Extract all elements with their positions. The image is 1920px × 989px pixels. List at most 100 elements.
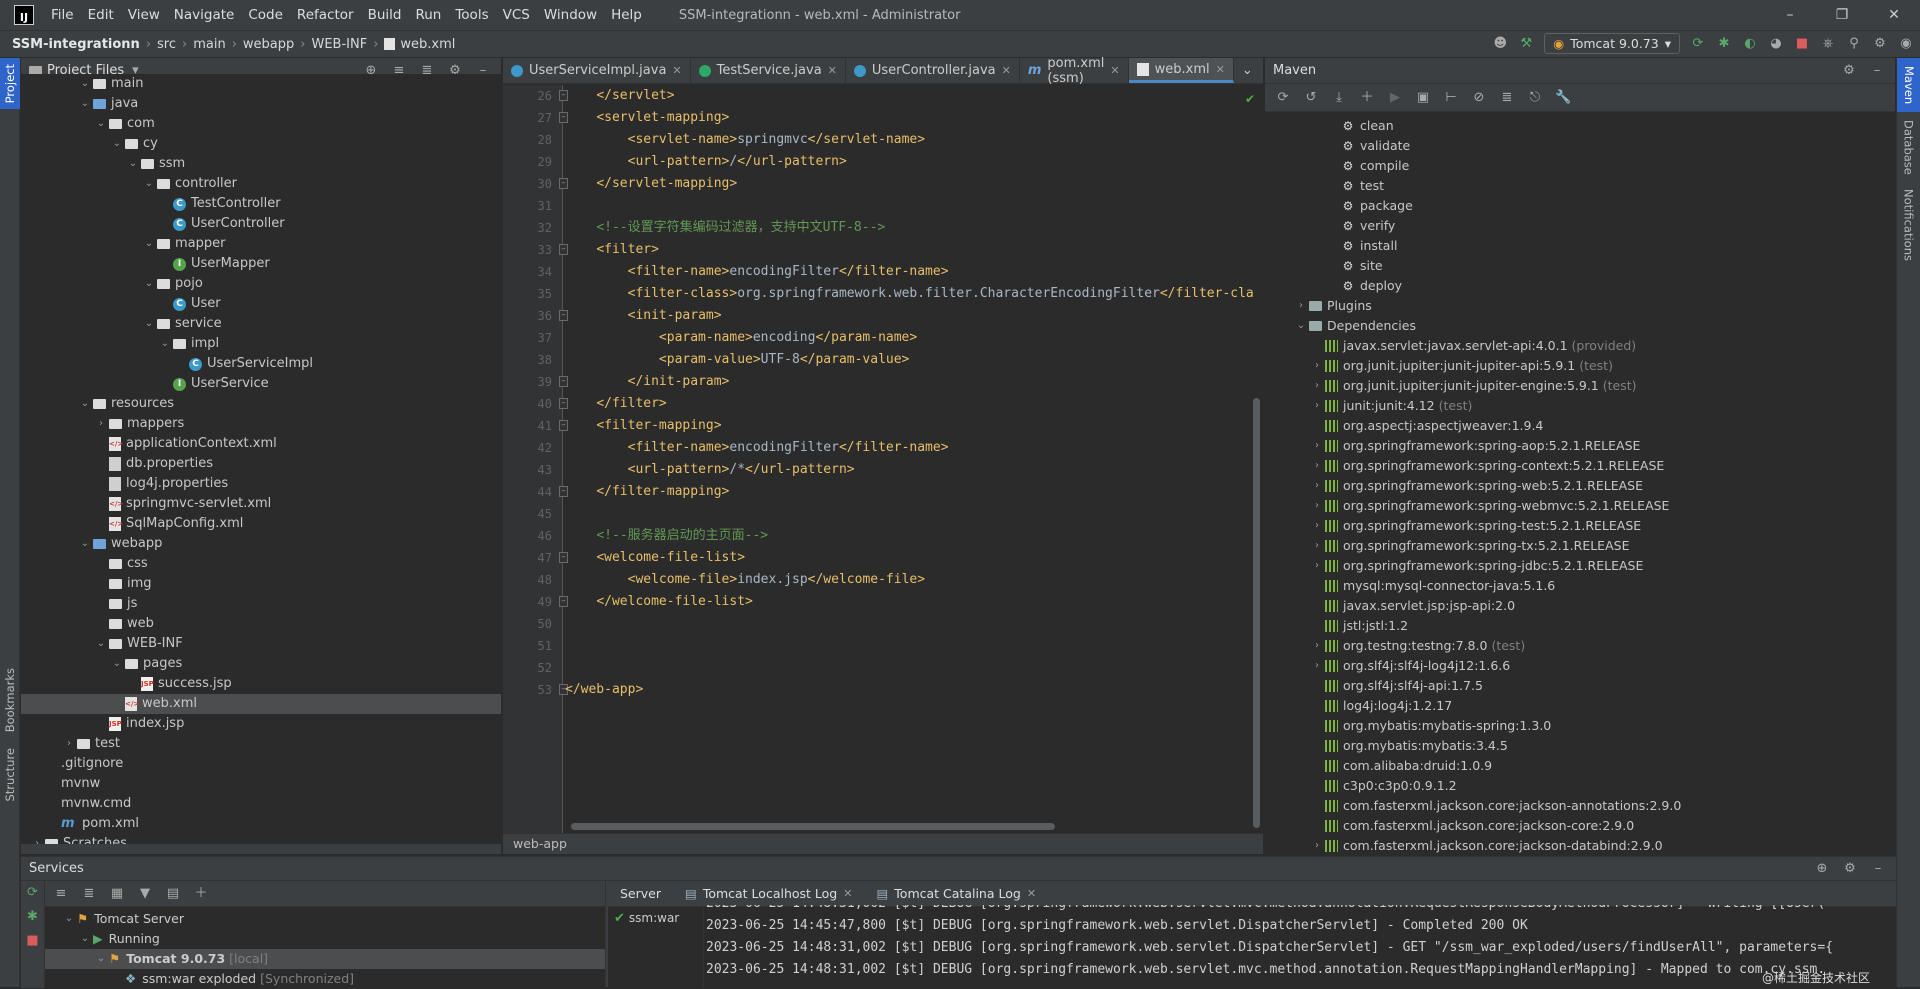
menu-item-file[interactable]: File — [44, 7, 81, 23]
project-tree-item[interactable]: .gitignore — [21, 754, 501, 774]
chevron-down-icon[interactable]: ⌄ — [93, 634, 109, 654]
project-tree-item[interactable]: mvnw.cmd — [21, 794, 501, 814]
stop-icon[interactable]: ■ — [1794, 36, 1810, 52]
chevron-down-icon[interactable]: ⌄ — [1293, 316, 1309, 336]
editor-breadcrumb[interactable]: web-app — [503, 833, 1263, 854]
menu-item-edit[interactable]: Edit — [81, 7, 121, 23]
maven-dependency[interactable]: › org.junit.jupiter:junit-jupiter-api:5.9… — [1265, 356, 1895, 376]
code-line[interactable]: <!--设置字符集编码过滤器，支持中文UTF-8--> — [565, 217, 1255, 239]
chevron-right-icon[interactable]: › — [1293, 296, 1309, 316]
maven-goal[interactable]: ⚙ clean — [1265, 116, 1895, 136]
code-line[interactable]: </servlet> — [565, 85, 1255, 107]
project-tree-item[interactable]: css — [21, 554, 501, 574]
maven-dependency[interactable]: › org.springframework:spring-context:5.2.… — [1265, 456, 1895, 476]
breadcrumb-item[interactable]: WEB-INF — [311, 37, 367, 52]
maven-dependency[interactable]: › org.springframework:spring-aop:5.2.1.RE… — [1265, 436, 1895, 456]
project-tree-item[interactable]: ⌄ WEB-INF — [21, 634, 501, 654]
chevron-right-icon[interactable]: › — [29, 834, 45, 844]
collapse-all-icon[interactable]: ≣ — [1499, 90, 1515, 106]
project-tree-item[interactable]: </> SqlMapConfig.xml — [21, 514, 501, 534]
horizontal-scrollbar[interactable] — [565, 823, 1255, 831]
stop-icon[interactable]: ■ — [25, 933, 41, 949]
chevron-right-icon[interactable]: › — [1309, 516, 1325, 536]
breadcrumb-item[interactable]: main — [193, 37, 225, 52]
editor-tab[interactable]: UserController.java ✕ — [846, 58, 1020, 83]
menu-item-run[interactable]: Run — [408, 7, 448, 23]
code-line[interactable]: <filter-mapping> — [565, 415, 1255, 437]
chevron-down-icon[interactable]: ⌄ — [93, 949, 109, 969]
show-dependencies-icon[interactable]: ⎋ — [1527, 90, 1543, 106]
breadcrumb-item[interactable]: SSM-integrationn — [12, 37, 140, 52]
maven-dependency[interactable]: › junit:junit:4.12 (test) — [1265, 396, 1895, 416]
expand-all-icon[interactable]: ≡ — [53, 886, 69, 902]
chevron-down-icon[interactable]: ⌄ — [141, 274, 157, 294]
close-tab-icon[interactable]: ✕ — [1027, 887, 1036, 900]
menu-item-vcs[interactable]: VCS — [496, 7, 537, 23]
wrench-icon[interactable]: 🔧 — [1555, 90, 1571, 106]
maven-dependency[interactable]: › org.springframework:spring-test:5.2.1.R… — [1265, 516, 1895, 536]
code-line[interactable]: <welcome-file>index.jsp</welcome-file> — [565, 569, 1255, 591]
services-tree-item[interactable]: ⌄ ▶ Running — [45, 929, 605, 949]
maven-dependency[interactable]: jstl:jstl:1.2 — [1265, 616, 1895, 636]
maven-dependency[interactable]: › org.slf4j:slf4j-log4j12:1.6.6 — [1265, 656, 1895, 676]
maven-dependency[interactable]: › org.testng:testng:7.8.0 (test) — [1265, 636, 1895, 656]
editor-tab[interactable]: web.xml ✕ — [1128, 58, 1234, 83]
project-tree-item[interactable]: db.properties — [21, 454, 501, 474]
services-output-tab[interactable]: ▤ Tomcat Localhost Log ✕ — [673, 886, 864, 901]
menu-item-refactor[interactable]: Refactor — [290, 7, 361, 23]
skip-tests-icon[interactable]: ⊘ — [1471, 90, 1487, 106]
chevron-down-icon[interactable]: ⌄ — [77, 929, 93, 949]
chevron-down-icon[interactable]: ⌄ — [125, 154, 141, 174]
build-hammer-icon[interactable]: ⚒ — [1518, 36, 1534, 52]
maven-dependency[interactable]: › org.springframework:spring-webmvc:5.2.1… — [1265, 496, 1895, 516]
maven-dependency[interactable]: mysql:mysql-connector-java:5.1.6 — [1265, 576, 1895, 596]
project-tree-item[interactable]: m pom.xml — [21, 814, 501, 834]
maven-folder[interactable]: › Plugins — [1265, 296, 1895, 316]
editor-tab[interactable]: TestService.java ✕ — [691, 58, 846, 83]
chevron-right-icon[interactable]: › — [1309, 436, 1325, 456]
maven-goal[interactable]: ⚙ install — [1265, 236, 1895, 256]
maven-folder[interactable]: ⌄ Dependencies — [1265, 316, 1895, 336]
project-tree-item[interactable]: C UserController — [21, 214, 501, 234]
project-tree-item[interactable]: C TestController — [21, 194, 501, 214]
hide-icon[interactable]: – — [1870, 861, 1886, 877]
code-line[interactable]: </welcome-file-list> — [565, 591, 1255, 613]
chevron-down-icon[interactable]: ⌄ — [77, 394, 93, 414]
project-tree-item[interactable]: ⌄ mapper — [21, 234, 501, 254]
project-tree-item[interactable]: ⌄ ssm — [21, 154, 501, 174]
chevron-right-icon[interactable]: › — [1309, 456, 1325, 476]
maven-dependency[interactable]: log4j:log4j:1.2.17 — [1265, 696, 1895, 716]
code-line[interactable]: <param-value>UTF-8</param-value> — [565, 349, 1255, 371]
code-line[interactable]: </servlet-mapping> — [565, 173, 1255, 195]
maven-dependency[interactable]: com.fasterxml.jackson.core:jackson-annot… — [1265, 796, 1895, 816]
menu-item-tools[interactable]: Tools — [448, 7, 495, 23]
project-tree-item[interactable]: web — [21, 614, 501, 634]
maven-dependency[interactable]: › org.springframework:spring-jdbc:5.2.1.R… — [1265, 556, 1895, 576]
project-tree-item[interactable]: ⌄ service — [21, 314, 501, 334]
coverage-icon[interactable]: ◐ — [1742, 36, 1758, 52]
project-tree-item[interactable]: C UserServiceImpl — [21, 354, 501, 374]
maven-goal[interactable]: ⚙ package — [1265, 196, 1895, 216]
project-tree-item[interactable]: › test — [21, 734, 501, 754]
editor-tab[interactable]: m pom.xml (ssm) ✕ — [1020, 56, 1129, 86]
code-line[interactable]: </filter> — [565, 393, 1255, 415]
chevron-down-icon[interactable]: ⌄ — [77, 94, 93, 114]
gear-icon[interactable]: ⚙ — [1842, 861, 1858, 877]
reload-icon[interactable]: ⟳ — [1275, 90, 1291, 106]
maven-dependency[interactable]: › org.springframework:spring-web:5.2.1.RE… — [1265, 476, 1895, 496]
maven-dependency[interactable]: org.mybatis:mybatis-spring:1.3.0 — [1265, 716, 1895, 736]
code-line[interactable]: <init-param> — [565, 305, 1255, 327]
chevron-down-icon[interactable]: ⌄ — [141, 314, 157, 334]
maven-goal[interactable]: ⚙ site — [1265, 256, 1895, 276]
run-configuration-select[interactable]: ◉ Tomcat 9.0.73 ▾ — [1544, 33, 1680, 54]
project-tree-item[interactable]: mvnw — [21, 774, 501, 794]
code-line[interactable] — [565, 613, 1255, 635]
code-line[interactable]: </filter-mapping> — [565, 481, 1255, 503]
maven-dependency[interactable]: javax.servlet.jsp:jsp-api:2.0 — [1265, 596, 1895, 616]
project-tree-item[interactable]: JSP success.jsp — [21, 674, 501, 694]
project-tree-item[interactable]: </> web.xml — [21, 694, 501, 714]
code-line[interactable]: <filter-name>encodingFilter</filter-name… — [565, 437, 1255, 459]
code-line[interactable]: </init-param> — [565, 371, 1255, 393]
close-tab-icon[interactable]: ✕ — [1110, 64, 1119, 77]
chevron-right-icon[interactable]: › — [1309, 556, 1325, 576]
